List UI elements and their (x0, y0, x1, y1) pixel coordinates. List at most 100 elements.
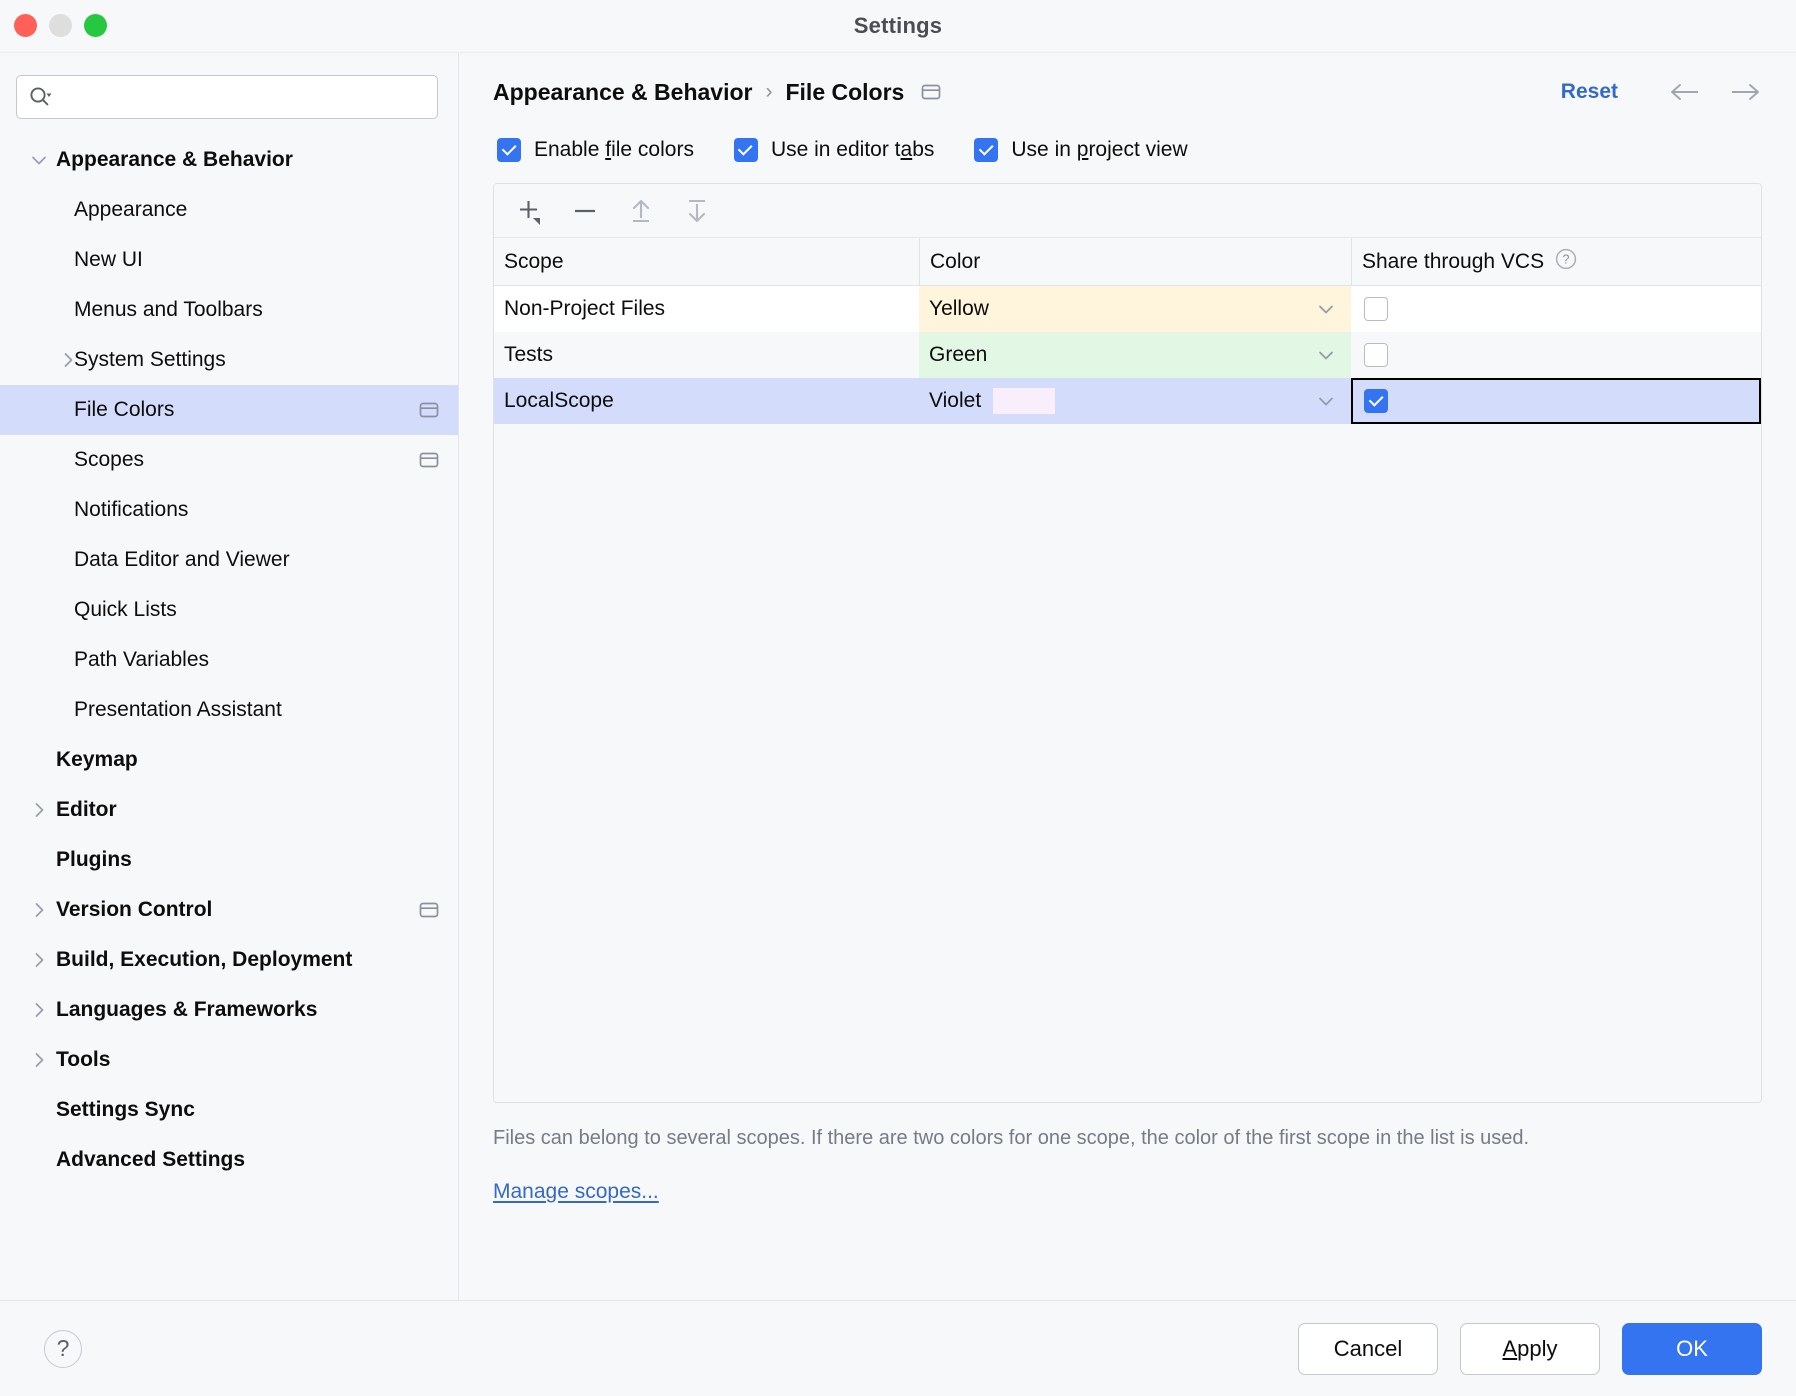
sidebar-item-label: Data Editor and Viewer (74, 548, 290, 571)
manage-scopes-link[interactable]: Manage scopes... (493, 1180, 1762, 1204)
sidebar-item-appearance[interactable]: Appearance (0, 185, 458, 235)
sidebar-item-tools[interactable]: Tools (0, 1035, 458, 1085)
help-circle-icon[interactable]: ? (1554, 247, 1578, 277)
project-scope-icon (920, 81, 942, 103)
sidebar-item-label: Plugins (56, 848, 132, 871)
search-box[interactable] (16, 75, 438, 119)
chevron-down-icon[interactable] (1315, 298, 1337, 320)
window-title: Settings (853, 13, 943, 38)
settings-content: Appearance & Behavior › File Colors Rese… (459, 53, 1796, 1300)
sidebar-item-version-control[interactable]: Version Control (0, 885, 458, 935)
sidebar-item-file-colors[interactable]: File Colors (0, 385, 458, 435)
chevron-right-icon[interactable] (22, 1000, 56, 1020)
apply-button[interactable]: Apply (1460, 1322, 1600, 1375)
column-header-color-label: Color (930, 249, 981, 273)
cell-color[interactable]: Violet (919, 378, 1351, 424)
table-row[interactable]: Non-Project Files Yellow (494, 286, 1761, 332)
cell-color[interactable]: Yellow (919, 286, 1351, 332)
checkbox-box[interactable] (733, 138, 758, 162)
chevron-right-icon[interactable] (22, 900, 56, 920)
sidebar-item-label: Languages & Frameworks (56, 998, 318, 1021)
sidebar-item-label: Build, Execution, Deployment (56, 948, 353, 971)
table-row[interactable]: Tests Green (494, 332, 1761, 378)
close-window-button[interactable] (14, 14, 37, 37)
sidebar-item-build-execution-deployment[interactable]: Build, Execution, Deployment (0, 935, 458, 985)
sidebar-item-plugins[interactable]: Plugins (0, 835, 458, 885)
sidebar-item-advanced-settings[interactable]: Advanced Settings (0, 1135, 458, 1185)
checkbox-enable-file-colors[interactable]: Enable file colors (497, 138, 694, 162)
column-header-color[interactable]: Color (919, 238, 1351, 285)
apply-mnemonic: A (1502, 1335, 1518, 1361)
checkbox-box[interactable] (497, 138, 521, 162)
column-header-share-through-vcs[interactable]: Share through VCS ? (1351, 238, 1761, 285)
file-colors-table-body[interactable]: Non-Project Files Yellow Tests Green LocalSc… (494, 286, 1761, 1102)
zoom-window-button[interactable] (84, 14, 107, 37)
cell-scope[interactable]: LocalScope (494, 378, 919, 424)
sidebar-item-scopes[interactable]: Scopes (0, 435, 458, 485)
search-input[interactable] (53, 85, 427, 109)
move-up-button (624, 194, 658, 228)
table-row[interactable]: LocalScope Violet (494, 378, 1761, 424)
chevron-right-icon[interactable] (22, 1050, 56, 1070)
file-colors-table-panel: Scope Color Share through VCS ? Non-Proj… (493, 183, 1762, 1103)
chevron-down-icon[interactable] (1315, 344, 1337, 366)
minimize-window-button[interactable] (49, 14, 72, 37)
ok-button[interactable]: OK (1622, 1322, 1762, 1375)
sidebar-item-path-variables[interactable]: Path Variables (0, 635, 458, 685)
cell-share-through-vcs[interactable] (1351, 286, 1761, 332)
settings-tree[interactable]: Appearance & Behavior Appearance New UI Men… (0, 133, 458, 1300)
breadcrumb-separator: › (765, 80, 773, 103)
sidebar-item-label: Scopes (74, 448, 145, 471)
sidebar-item-keymap[interactable]: Keymap (0, 735, 458, 785)
sidebar-item-editor[interactable]: Editor (0, 785, 458, 835)
add-scope-button[interactable] (512, 194, 546, 228)
sidebar-item-label: Quick Lists (74, 598, 177, 621)
cell-share-through-vcs[interactable] (1351, 378, 1761, 424)
manage-scopes-text: anage scopes... (510, 1180, 659, 1203)
chevron-down-icon[interactable] (22, 150, 56, 170)
sidebar-item-settings-sync[interactable]: Settings Sync (0, 1085, 458, 1135)
column-header-scope[interactable]: Scope (494, 238, 919, 285)
sidebar-item-label: Tools (56, 1048, 111, 1071)
share-through-vcs-checkbox[interactable] (1364, 297, 1388, 321)
sidebar-item-data-editor-and-viewer[interactable]: Data Editor and Viewer (0, 535, 458, 585)
cancel-button[interactable]: Cancel (1298, 1322, 1438, 1375)
dialog-footer: ? Cancel Apply OK (0, 1300, 1796, 1396)
help-button[interactable]: ? (44, 1329, 82, 1368)
sidebar-item-appearance-behavior[interactable]: Appearance & Behavior (0, 135, 458, 185)
checkbox-label: Enable file colors (534, 138, 694, 161)
chevron-right-icon[interactable] (56, 350, 80, 370)
sidebar-item-system-settings[interactable]: System Settings (0, 335, 458, 385)
share-through-vcs-checkbox[interactable] (1364, 343, 1388, 367)
back-arrow-icon[interactable] (1668, 81, 1702, 103)
sidebar-item-menus-and-toolbars[interactable]: Menus and Toolbars (0, 285, 458, 335)
cell-scope[interactable]: Tests (494, 332, 919, 378)
sidebar-item-presentation-assistant[interactable]: Presentation Assistant (0, 685, 458, 735)
cell-scope[interactable]: Non-Project Files (494, 286, 919, 332)
page-title: File Colors (785, 78, 905, 105)
column-header-scope-label: Scope (504, 249, 564, 273)
chevron-right-icon[interactable] (22, 950, 56, 970)
sidebar-item-quick-lists[interactable]: Quick Lists (0, 585, 458, 635)
sidebar-item-label: Notifications (74, 498, 189, 521)
share-through-vcs-checkbox[interactable] (1364, 389, 1388, 413)
sidebar-item-languages-frameworks[interactable]: Languages & Frameworks (0, 985, 458, 1035)
checkbox-use-in-project-view[interactable]: Use in project view (974, 138, 1188, 162)
checkbox-box[interactable] (974, 138, 999, 162)
cell-color[interactable]: Green (919, 332, 1351, 378)
cell-share-through-vcs[interactable] (1351, 332, 1761, 378)
sidebar-item-new-ui[interactable]: New UI (0, 235, 458, 285)
forward-arrow-icon[interactable] (1728, 81, 1762, 103)
search-container (0, 53, 458, 133)
settings-sidebar: Appearance & Behavior Appearance New UI Men… (0, 53, 459, 1300)
reset-button[interactable]: Reset (1561, 80, 1618, 104)
remove-scope-button[interactable] (568, 194, 602, 228)
sidebar-item-notifications[interactable]: Notifications (0, 485, 458, 535)
sidebar-item-label: System Settings (74, 348, 226, 371)
chevron-down-icon[interactable] (1315, 390, 1337, 412)
chevron-right-icon[interactable] (22, 800, 56, 820)
breadcrumb-parent[interactable]: Appearance & Behavior (493, 79, 752, 106)
sidebar-item-label: Keymap (56, 748, 138, 771)
column-header-vcs-label: Share through VCS (1362, 249, 1545, 273)
checkbox-use-in-editor-tabs[interactable]: Use in editor tabs (733, 138, 934, 162)
